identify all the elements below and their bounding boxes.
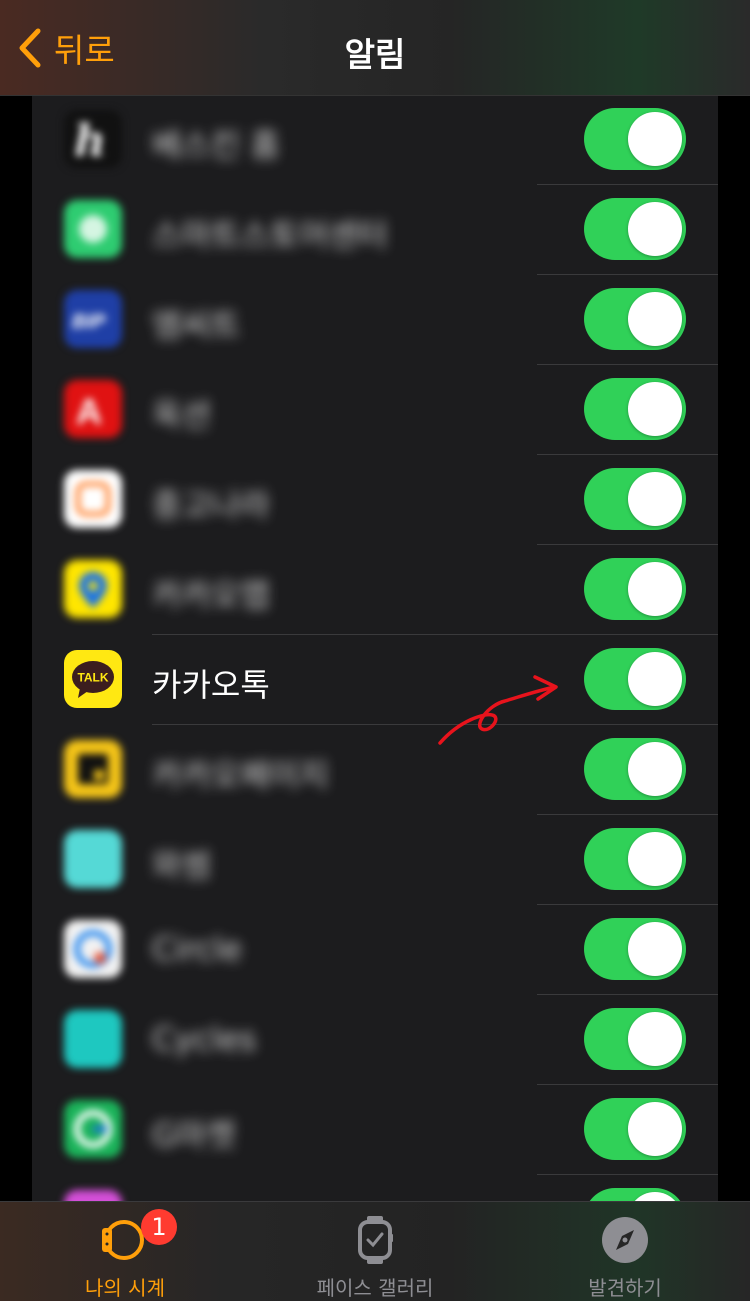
compass-icon — [602, 1217, 648, 1263]
app-name: 엠씨트 — [152, 306, 241, 344]
toggle-knob — [628, 292, 682, 346]
tab-label: 페이스 갤러리 — [316, 1276, 434, 1300]
notification-toggle[interactable] — [584, 918, 686, 980]
app-row: Circle — [32, 905, 718, 995]
app-row — [32, 1175, 718, 1201]
toggle-knob — [628, 1012, 682, 1066]
notification-toggle[interactable] — [584, 1008, 686, 1070]
app-name: 중고나라 — [152, 486, 270, 524]
script-logo-icon: h — [64, 110, 122, 168]
notification-toggle[interactable] — [584, 198, 686, 260]
tab-my-watch[interactable]: 1 나의 시계 — [0, 1202, 250, 1301]
junggonara-icon — [64, 470, 122, 528]
app-name: 카카오페이지 — [152, 756, 329, 794]
app-name: Cycles — [152, 1020, 257, 1058]
gmarket-icon — [64, 1100, 122, 1158]
watch-face-icon — [358, 1216, 393, 1264]
smartstore-icon — [64, 200, 122, 258]
svg-text:BIP: BIP — [72, 311, 106, 333]
blue-brand-icon: BIP — [64, 290, 122, 348]
svg-text:A: A — [76, 391, 102, 432]
toggle-knob — [628, 202, 682, 256]
app-row: 와썸 — [32, 815, 718, 905]
app-row: G마켓 — [32, 1085, 718, 1175]
toggle-knob — [628, 832, 682, 886]
notification-app-list: h 베스킨 홈스마트스토어센터 BIP 엠씨트 A 옥션중고나라카카오맵 TALK 카카오톡카… — [32, 95, 718, 1201]
toggle-knob — [628, 562, 682, 616]
toggle-knob — [628, 742, 682, 796]
app-row: 스마트스토어센터 — [32, 185, 718, 275]
app-name: 와썸 — [152, 846, 211, 884]
notification-toggle[interactable] — [584, 378, 686, 440]
app-row: BIP 엠씨트 — [32, 275, 718, 365]
app-name: 카카오맵 — [152, 576, 270, 614]
tab-discover[interactable]: 발견하기 — [500, 1202, 750, 1301]
notification-toggle[interactable] — [584, 108, 686, 170]
toggle-knob — [628, 382, 682, 436]
notification-toggle[interactable] — [584, 828, 686, 890]
app-row: 카카오맵 — [32, 545, 718, 635]
map-pin-icon — [64, 560, 122, 618]
app-name: 스마트스토어센터 — [152, 216, 388, 254]
app-row: Cycles — [32, 995, 718, 1085]
app-name: 옥션 — [152, 396, 211, 434]
toggle-knob — [628, 112, 682, 166]
toggle-knob — [628, 1102, 682, 1156]
tab-face-gallery[interactable]: 페이스 갤러리 — [250, 1202, 500, 1301]
page-title: 알림 — [344, 35, 406, 74]
app-name: 베스킨 홈 — [152, 126, 280, 164]
teal-app-icon — [64, 830, 122, 888]
app-name: Circle — [152, 930, 242, 968]
notification-toggle[interactable] — [584, 558, 686, 620]
toggle-knob — [628, 1192, 682, 1201]
toggle-knob — [628, 472, 682, 526]
svg-text:TALK: TALK — [77, 671, 108, 685]
app-row: A 옥션 — [32, 365, 718, 455]
kakaotalk-icon: TALK — [64, 650, 122, 708]
tab-label: 나의 시계 — [85, 1276, 165, 1300]
purple-app-icon — [64, 1190, 122, 1201]
app-name: 카카오톡 — [152, 666, 270, 704]
annotation-arrow — [438, 675, 558, 745]
svg-text:h: h — [74, 116, 106, 167]
toggle-knob — [628, 652, 682, 706]
notification-toggle[interactable] — [584, 1188, 686, 1201]
auction-icon: A — [64, 380, 122, 438]
tab-bar: 1 나의 시계 페이스 갤러리 발견하기 — [0, 1201, 750, 1301]
toggle-knob — [628, 922, 682, 976]
notification-toggle[interactable] — [584, 288, 686, 350]
app-name: G마켓 — [152, 1116, 236, 1154]
navigation-bar: 뒤로 알림 — [0, 0, 750, 96]
circle-app-icon — [64, 920, 122, 978]
notification-toggle[interactable] — [584, 468, 686, 530]
notification-toggle[interactable] — [584, 648, 686, 710]
tab-label: 발견하기 — [588, 1276, 662, 1300]
notification-toggle[interactable] — [584, 738, 686, 800]
notification-badge: 1 — [141, 1209, 177, 1245]
app-row: 중고나라 — [32, 455, 718, 545]
cycles-app-icon — [64, 1010, 122, 1068]
app-row: h 베스킨 홈 — [32, 95, 718, 185]
app-row: TALK 카카오톡 — [32, 635, 718, 725]
notification-toggle[interactable] — [584, 1098, 686, 1160]
app-row: 카카오페이지 — [32, 725, 718, 815]
kakaopage-icon — [64, 740, 122, 798]
